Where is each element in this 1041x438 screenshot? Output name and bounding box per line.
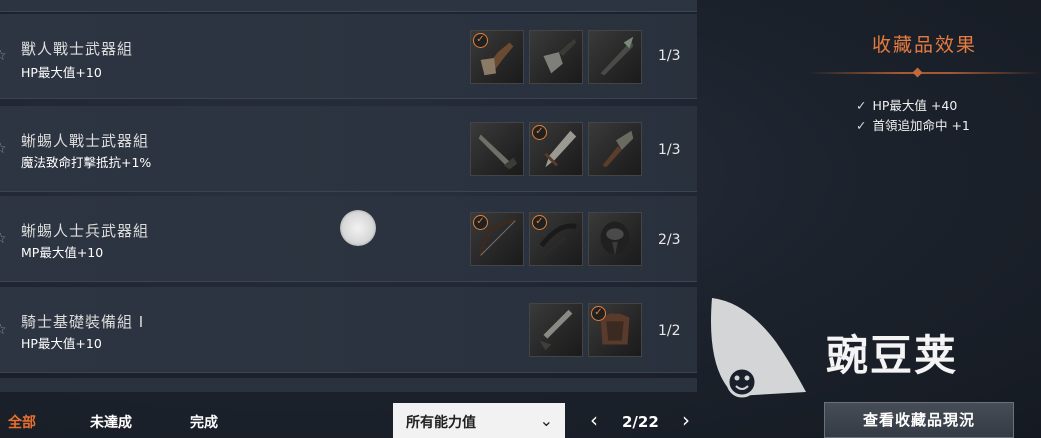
row-partial-bottom xyxy=(0,378,697,392)
row-partial-top xyxy=(0,0,697,12)
crossbow-icon[interactable]: ✓ xyxy=(529,212,583,266)
filter-all-tab[interactable]: 全部 xyxy=(8,412,36,432)
helmet-icon[interactable] xyxy=(588,212,642,266)
favorite-star-icon[interactable]: ☆ xyxy=(0,141,7,157)
collection-effect: 魔法致命打擊抵抗+1% xyxy=(21,155,152,170)
collection-progress: 2/3 xyxy=(658,232,681,248)
prev-page-button[interactable]: ‹ xyxy=(590,408,598,432)
collection-effect: HP最大值+10 xyxy=(21,65,102,80)
collection-effects-list: ✓ HP最大值 +40 ✓ 首領追加命中 +1 xyxy=(856,96,970,136)
collection-name: 蜥蜴人戰士武器組 xyxy=(21,132,150,150)
collection-progress: 1/2 xyxy=(658,323,681,339)
sword-icon[interactable] xyxy=(470,122,524,176)
title-divider xyxy=(808,72,1041,74)
touch-indicator xyxy=(340,210,376,246)
dropdown-selected-value: 所有能力值 xyxy=(406,415,476,431)
collection-name: 蜥蜴人士兵武器組 xyxy=(21,222,150,240)
check-icon: ✓ xyxy=(856,98,867,113)
collection-effects-title: 收藏品效果 xyxy=(871,34,977,56)
collection-row[interactable]: ☆ 獸人戰士武器組 HP最大值+10 ✓ 1/3 xyxy=(0,14,697,99)
collection-row[interactable]: ☆ 騎士基礎裝備組 Ⅰ HP最大值+10 ✓ 1/2 xyxy=(0,287,697,373)
collection-row[interactable]: ☆ 蜥蜴人戰士武器組 魔法致命打擊抵抗+1% ✓ 1/3 xyxy=(0,106,697,192)
collection-name: 騎士基礎裝備組 Ⅰ xyxy=(21,313,145,331)
collected-check-icon: ✓ xyxy=(532,125,547,140)
filter-complete-tab[interactable]: 完成 xyxy=(190,412,218,432)
view-collection-status-button[interactable]: 查看收藏品現況 xyxy=(824,402,1014,438)
bow-icon[interactable]: ✓ xyxy=(470,212,524,266)
collection-progress: 1/3 xyxy=(658,142,681,158)
next-page-button[interactable]: › xyxy=(682,408,690,432)
collection-effect: HP最大值+10 xyxy=(21,336,102,351)
favorite-star-icon[interactable]: ☆ xyxy=(0,48,7,64)
favorite-star-icon[interactable]: ☆ xyxy=(0,322,7,338)
page-indicator: 2/22 xyxy=(622,413,659,431)
axe-icon[interactable]: ✓ xyxy=(470,30,524,84)
sword-icon[interactable] xyxy=(529,303,583,357)
effect-item: ✓ HP最大值 +40 xyxy=(856,98,958,113)
spear-icon[interactable] xyxy=(588,30,642,84)
dagger-icon[interactable] xyxy=(529,30,583,84)
filter-incomplete-tab[interactable]: 未達成 xyxy=(90,412,132,432)
stat-filter-dropdown[interactable]: 所有能力值 ⌄ xyxy=(393,403,565,438)
watermark-text: 豌豆荚 xyxy=(826,331,959,380)
collection-effect: MP最大值+10 xyxy=(21,245,104,260)
collection-name: 獸人戰士武器組 xyxy=(21,40,134,58)
check-icon: ✓ xyxy=(856,118,867,133)
favorite-star-icon[interactable]: ☆ xyxy=(0,231,7,247)
collected-check-icon: ✓ xyxy=(473,215,488,230)
collected-check-icon: ✓ xyxy=(532,215,547,230)
club-icon[interactable] xyxy=(588,122,642,176)
collected-check-icon: ✓ xyxy=(473,33,488,48)
armor-icon[interactable]: ✓ xyxy=(588,303,642,357)
collected-check-icon: ✓ xyxy=(591,306,606,321)
chevron-down-icon: ⌄ xyxy=(539,411,553,430)
effect-item: ✓ 首領追加命中 +1 xyxy=(856,118,970,133)
blade-icon[interactable]: ✓ xyxy=(529,122,583,176)
collection-progress: 1/3 xyxy=(658,48,681,64)
